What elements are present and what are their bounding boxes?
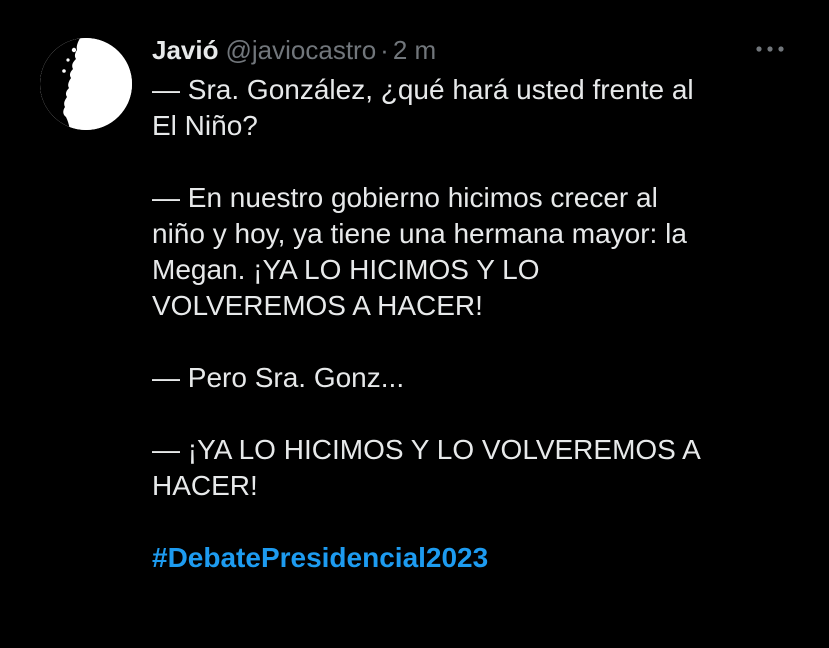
paragraph: — ¡YA LO HICIMOS Y LO VOLVEREMOS A HACER… <box>152 432 802 504</box>
hashtag-link[interactable]: #DebatePresidencial2023 <box>152 540 802 576</box>
tweet-header: Javió @javiocastro · 2 m <box>152 30 436 70</box>
text-line: — En nuestro gobierno hicimos crecer al <box>152 182 658 213</box>
separator-dot: · <box>380 35 389 65</box>
text-line: VOLVEREMOS A HACER! <box>152 290 483 321</box>
display-name[interactable]: Javió <box>152 30 219 70</box>
avatar[interactable] <box>40 38 132 130</box>
timestamp[interactable]: 2 m <box>393 30 436 70</box>
user-handle[interactable]: @javiocastro <box>226 30 377 70</box>
text-line: El Niño? <box>152 110 258 141</box>
tweet[interactable]: Javió @javiocastro · 2 m — Sra. González… <box>0 0 829 648</box>
tweet-text: — Sra. González, ¿qué hará usted frente … <box>152 72 802 576</box>
text-line: HACER! <box>152 470 258 501</box>
text-line: — ¡YA LO HICIMOS Y LO VOLVEREMOS A <box>152 434 701 465</box>
paragraph: #DebatePresidencial2023 <box>152 540 802 576</box>
paragraph: — Sra. González, ¿qué hará usted frente … <box>152 72 802 144</box>
more-options-button[interactable] <box>752 36 788 62</box>
more-options-icon <box>756 46 784 52</box>
paragraph: — Pero Sra. Gonz... <box>152 360 802 396</box>
text-line: Megan. ¡YA LO HICIMOS Y LO <box>152 254 540 285</box>
paragraph: — En nuestro gobierno hicimos crecer al … <box>152 180 802 324</box>
text-line: niño y hoy, ya tiene una hermana mayor: … <box>152 218 687 249</box>
text-line: — Pero Sra. Gonz... <box>152 362 405 393</box>
silhouette-profile-icon <box>40 38 132 130</box>
text-line: — Sra. González, ¿qué hará usted frente … <box>152 74 694 105</box>
